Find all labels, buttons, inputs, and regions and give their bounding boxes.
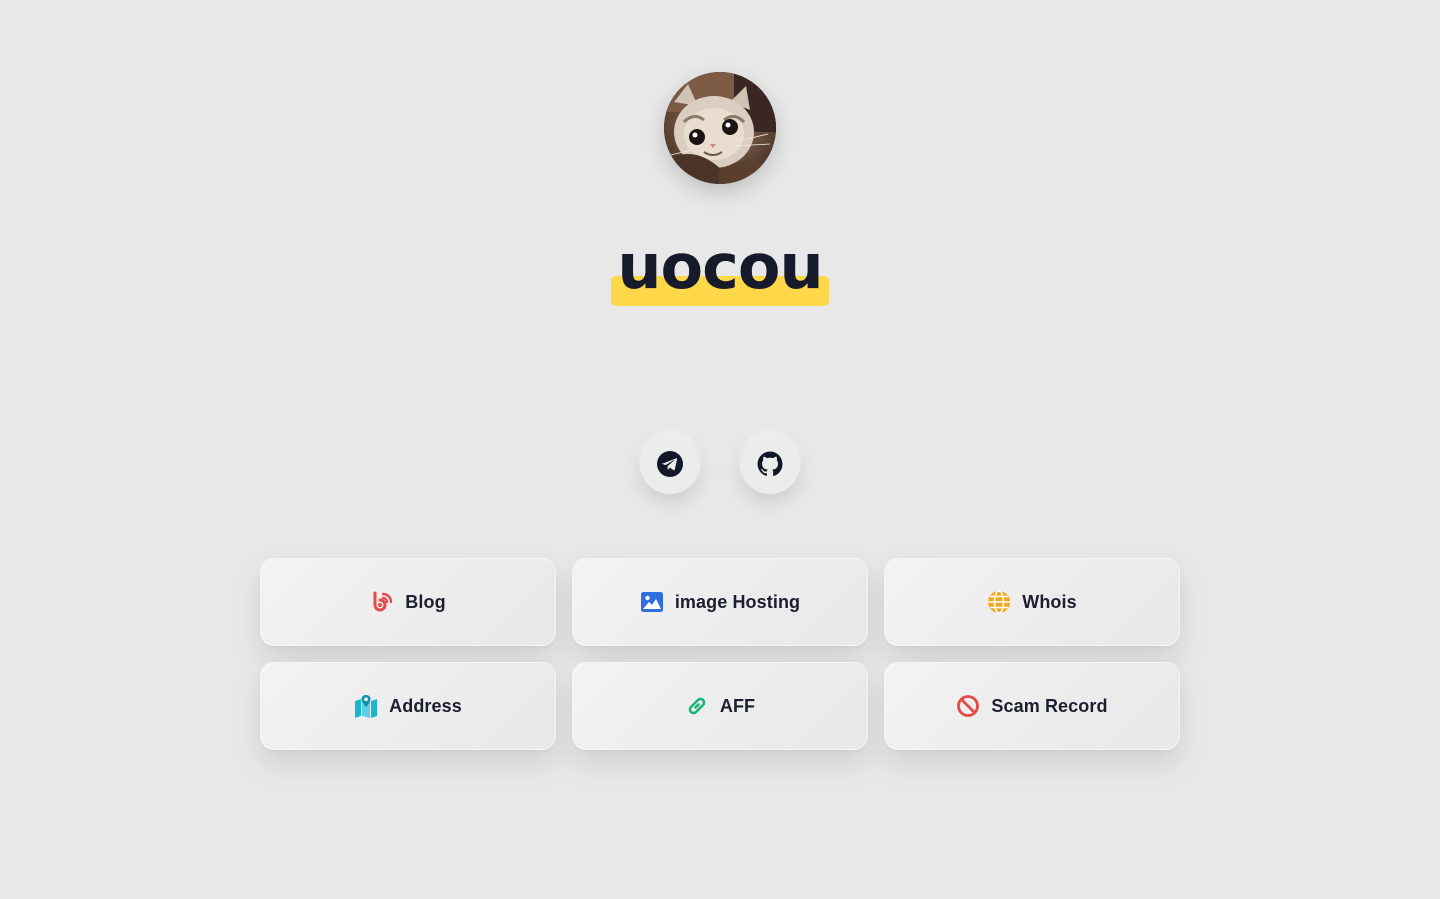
aff-card[interactable]: AFF bbox=[572, 662, 868, 750]
image-hosting-label: image Hosting bbox=[674, 591, 801, 612]
blog-icon bbox=[370, 590, 394, 614]
address-card[interactable]: Address bbox=[260, 662, 556, 750]
blog-label: Blog bbox=[405, 591, 446, 612]
title-area: uocou bbox=[0, 228, 1440, 306]
address-label: Address bbox=[389, 695, 462, 716]
profile-page: uocou Blog image Hosting Whois Address A… bbox=[0, 0, 1440, 899]
profile-name-text: uocou bbox=[617, 230, 823, 303]
github-icon bbox=[757, 451, 783, 476]
aff-label: AFF bbox=[719, 695, 756, 716]
github-button[interactable] bbox=[740, 434, 800, 494]
links-grid: Blog image Hosting Whois Address AFF Sca… bbox=[260, 558, 1180, 750]
telegram-icon bbox=[657, 451, 683, 477]
ban-icon bbox=[956, 694, 980, 718]
image-hosting-card[interactable]: image Hosting bbox=[572, 558, 868, 646]
map-icon bbox=[354, 694, 378, 718]
globe-icon bbox=[987, 590, 1011, 614]
cat-photo-icon bbox=[664, 72, 776, 184]
profile-name: uocou bbox=[611, 228, 829, 306]
whois-card[interactable]: Whois bbox=[884, 558, 1180, 646]
scam-record-label: Scam Record bbox=[991, 695, 1108, 716]
avatar bbox=[664, 72, 776, 184]
image-icon bbox=[640, 590, 664, 614]
scam-record-card[interactable]: Scam Record bbox=[884, 662, 1180, 750]
telegram-button[interactable] bbox=[640, 434, 700, 494]
blog-card[interactable]: Blog bbox=[260, 558, 556, 646]
link-icon bbox=[685, 694, 709, 718]
whois-label: Whois bbox=[1022, 591, 1077, 612]
